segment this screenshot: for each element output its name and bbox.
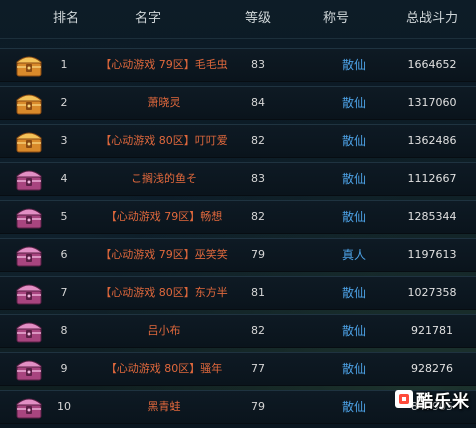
power-cell: 1112667 [407, 172, 457, 185]
table-row[interactable]: 6 【心动游戏 79区】巫笑笑 79 真人 1197613 [0, 238, 476, 272]
power-cell: 1664652 [407, 58, 457, 71]
level-cell: 82 [251, 210, 265, 223]
level-cell: 79 [251, 400, 265, 413]
table-row[interactable]: 9 【心动游戏 80区】骚年 77 散仙 928276 [0, 352, 476, 386]
power-cell: 928276 [411, 362, 453, 375]
title-cell: 真人 [341, 248, 366, 262]
power-cell: 1285344 [407, 210, 457, 223]
header-level: 等级 [244, 11, 271, 26]
title-cell: 散仙 [341, 286, 366, 300]
purple-chest-icon [14, 356, 44, 382]
gold-chest-icon [14, 90, 44, 116]
header-rank: 排名 [52, 11, 79, 26]
table-row[interactable]: 4 こ搁浅的鱼そ 83 散仙 1112667 [0, 162, 476, 196]
table-row[interactable]: 2 萧晓灵 84 散仙 1317060 [0, 86, 476, 120]
power-cell: 1362486 [407, 134, 457, 147]
title-cell: 散仙 [341, 172, 366, 186]
player-name: 【心动游戏 80区】东方半 [100, 286, 228, 299]
level-cell: 82 [251, 134, 265, 147]
title-cell: 散仙 [341, 324, 366, 338]
ranking-list: 1 【心动游戏 79区】毛毛虫 83 散仙 1664652 2 萧晓灵 84 散仙 1317060… [0, 48, 476, 428]
player-name: 【心动游戏 79区】巫笑笑 [100, 248, 228, 261]
purple-chest-icon [14, 318, 44, 344]
title-cell: 散仙 [341, 134, 366, 148]
level-cell: 81 [251, 286, 265, 299]
watermark-text: 酷乐米 [416, 391, 470, 412]
gold-chest-icon [14, 52, 44, 78]
level-cell: 79 [251, 248, 265, 261]
table-header: 排名 名字 等级 称号 总战斗力 [0, 0, 476, 39]
level-cell: 84 [251, 96, 265, 109]
header-title: 称号 [322, 11, 349, 26]
player-name: 萧晓灵 [147, 96, 181, 109]
title-cell: 散仙 [341, 58, 366, 72]
power-cell: 1197613 [407, 248, 457, 261]
table-row[interactable]: 7 【心动游戏 80区】东方半 81 散仙 1027358 [0, 276, 476, 310]
level-cell: 83 [251, 172, 265, 185]
title-cell: 散仙 [341, 96, 366, 110]
power-cell: 921781 [411, 324, 453, 337]
player-name: 黑青蛙 [147, 400, 181, 413]
watermark: 酷乐米 [395, 388, 470, 412]
player-name: 【心动游戏 79区】毛毛虫 [100, 58, 228, 71]
title-cell: 散仙 [341, 210, 366, 224]
power-cell: 1317060 [407, 96, 457, 109]
ranking-panel: 排名 名字 等级 称号 总战斗力 1 【心动游戏 79区】毛毛虫 83 散仙 16646… [0, 0, 476, 424]
player-name: 【心动游戏 80区】骚年 [105, 362, 223, 375]
purple-chest-icon [14, 394, 44, 420]
level-cell: 82 [251, 324, 265, 337]
title-cell: 散仙 [341, 400, 366, 414]
player-name: 【心动游戏 80区】叮叮爱 [100, 134, 228, 147]
purple-chest-icon [14, 204, 44, 230]
table-row[interactable]: 8 吕小布 82 散仙 921781 [0, 314, 476, 348]
title-cell: 散仙 [341, 362, 366, 376]
purple-chest-icon [14, 166, 44, 192]
player-name: こ搁浅的鱼そ [131, 172, 197, 185]
watermark-logo-icon [395, 390, 413, 408]
player-name: 【心动游戏 79区】畅想 [105, 210, 223, 223]
table-row[interactable]: 5 【心动游戏 79区】畅想 82 散仙 1285344 [0, 200, 476, 234]
purple-chest-icon [14, 242, 44, 268]
header-power: 总战斗力 [405, 11, 458, 26]
table-row[interactable]: 1 【心动游戏 79区】毛毛虫 83 散仙 1664652 [0, 48, 476, 82]
gold-chest-icon [14, 128, 44, 154]
table-row[interactable]: 3 【心动游戏 80区】叮叮爱 82 散仙 1362486 [0, 124, 476, 158]
player-name: 吕小布 [147, 324, 181, 337]
power-cell: 1027358 [407, 286, 457, 299]
level-cell: 77 [251, 362, 265, 375]
purple-chest-icon [14, 280, 44, 306]
header-name: 名字 [134, 11, 161, 26]
level-cell: 83 [251, 58, 265, 71]
